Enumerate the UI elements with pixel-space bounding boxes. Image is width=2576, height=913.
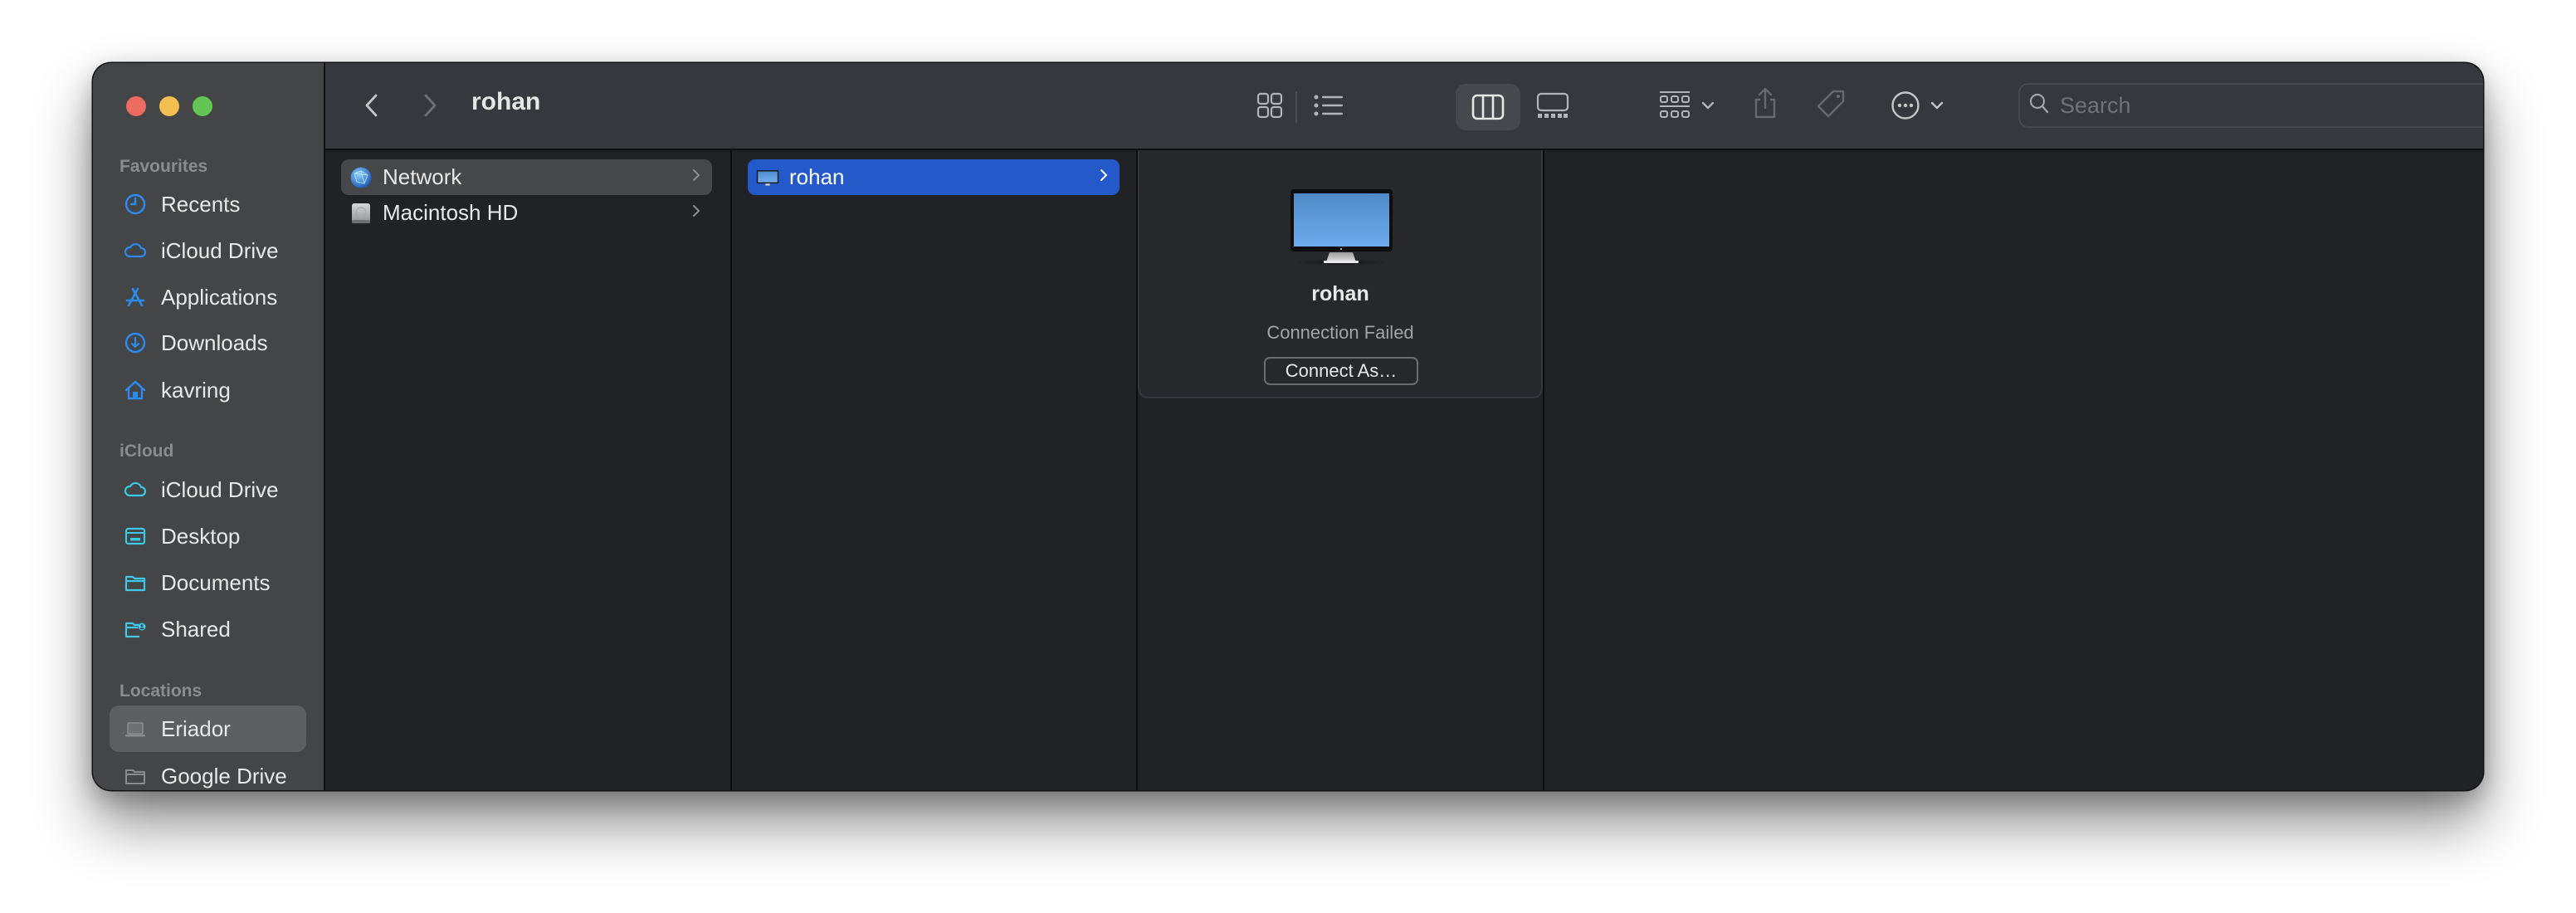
finder-window: Favourites Recents iCloud Drive Applicat… [93,63,2483,790]
view-list-button[interactable] [1310,86,1348,124]
computer-icon [1290,189,1394,266]
chevron-right-icon [1100,168,1108,187]
laptop-icon [124,717,147,740]
column-divider[interactable] [1543,150,1544,790]
close-button[interactable] [126,96,146,116]
grid-icon [1256,92,1283,119]
sidebar-item-label: Shared [161,616,231,642]
connection-status: Connection Failed [1266,322,1414,343]
applications-icon [124,286,147,309]
forward-button[interactable] [413,89,446,122]
gallery-icon [1536,92,1569,119]
cloud-icon [124,239,147,262]
folder-icon [124,571,147,594]
back-button[interactable] [355,89,388,122]
preview-panel: rohan Connection Failed Connect As… [1138,150,1543,398]
search-icon [2020,92,2050,120]
sidebar-item-label: Downloads [161,330,268,355]
column-row-rohan[interactable]: rohan [748,159,1120,195]
row-label: Network [383,164,462,189]
sidebar-item-label: Desktop [161,523,241,549]
sidebar-item-label: Recents [161,191,241,217]
sidebar: Favourites Recents iCloud Drive Applicat… [93,63,325,790]
cloud-icon [124,478,147,501]
sidebar-item-label: Applications [161,284,278,310]
search-input[interactable] [2058,91,2483,120]
chevron-right-icon [692,168,700,187]
sidebar-item-documents[interactable]: Documents [110,562,306,603]
chevron-down-icon [1930,100,1944,110]
column-row-macintosh-hd[interactable]: Macintosh HD [341,195,712,231]
toolbar-separator [1295,91,1297,123]
minimize-button[interactable] [159,96,179,116]
group-by-button[interactable] [1653,85,1720,126]
sidebar-item-label: Eriador [161,715,231,741]
sidebar-item-google-drive[interactable]: Google Drive [110,755,306,790]
sidebar-item-label: kavring [161,377,231,403]
view-gallery-button[interactable] [1534,86,1572,124]
sidebar-header-favourites: Favourites [120,157,208,176]
toolbar: rohan [325,63,2483,150]
shared-folder-icon [124,618,147,641]
column-row-network[interactable]: Network [341,159,712,195]
chevron-left-icon [363,93,380,118]
window-title: rohan [471,88,541,115]
sidebar-item-icloud-drive[interactable]: iCloud Drive [110,230,306,271]
home-icon [124,378,147,402]
sidebar-item-applications[interactable]: Applications [110,276,306,318]
folder-icon [124,764,147,788]
view-columns-button[interactable] [1456,84,1520,130]
chevron-down-icon [1701,100,1715,110]
sidebar-header-locations: Locations [120,681,202,701]
share-icon [1752,86,1778,120]
sidebar-item-recents[interactable]: Recents [110,183,306,225]
search-field[interactable] [2018,83,2483,128]
computer-icon [756,166,779,189]
column-divider[interactable] [730,150,732,790]
sidebar-item-eriador[interactable]: Eriador [110,706,306,752]
sidebar-item-label: iCloud Drive [161,476,279,502]
sidebar-item-desktop[interactable]: Desktop [110,515,306,557]
more-actions-button[interactable] [1884,85,1950,126]
preview-name: rohan [1311,282,1369,305]
chevron-right-icon [422,93,438,118]
ellipsis-circle-icon [1891,90,1920,120]
column-browser: Network Macintosh HD rohan rohan Connect… [325,150,2483,790]
sidebar-item-icloud-drive[interactable]: iCloud Drive [110,469,306,510]
sidebar-item-downloads[interactable]: Downloads [110,322,306,364]
columns-icon [1471,94,1505,120]
network-globe-icon [349,166,373,189]
sidebar-item-kavring[interactable]: kavring [110,369,306,411]
row-label: Macintosh HD [383,200,519,225]
download-icon [124,331,147,354]
row-label: rohan [789,164,845,189]
tag-icon [1815,88,1848,121]
tag-button[interactable] [1813,85,1850,124]
maximize-button[interactable] [193,96,212,116]
sidebar-item-shared[interactable]: Shared [110,608,306,650]
share-button[interactable] [1749,81,1782,124]
chevron-right-icon [692,203,700,222]
group-icon [1658,90,1691,120]
list-icon [1314,94,1344,117]
sidebar-item-label: Google Drive [161,763,287,788]
sidebar-header-icloud: iCloud [120,442,174,461]
connect-as-button[interactable]: Connect As… [1264,357,1418,385]
view-icons-button[interactable] [1251,86,1289,124]
hard-drive-icon [349,202,373,225]
desktop-icon [124,525,147,548]
sidebar-item-label: Documents [161,569,271,595]
clock-icon [124,193,147,216]
sidebar-item-label: iCloud Drive [161,237,279,263]
